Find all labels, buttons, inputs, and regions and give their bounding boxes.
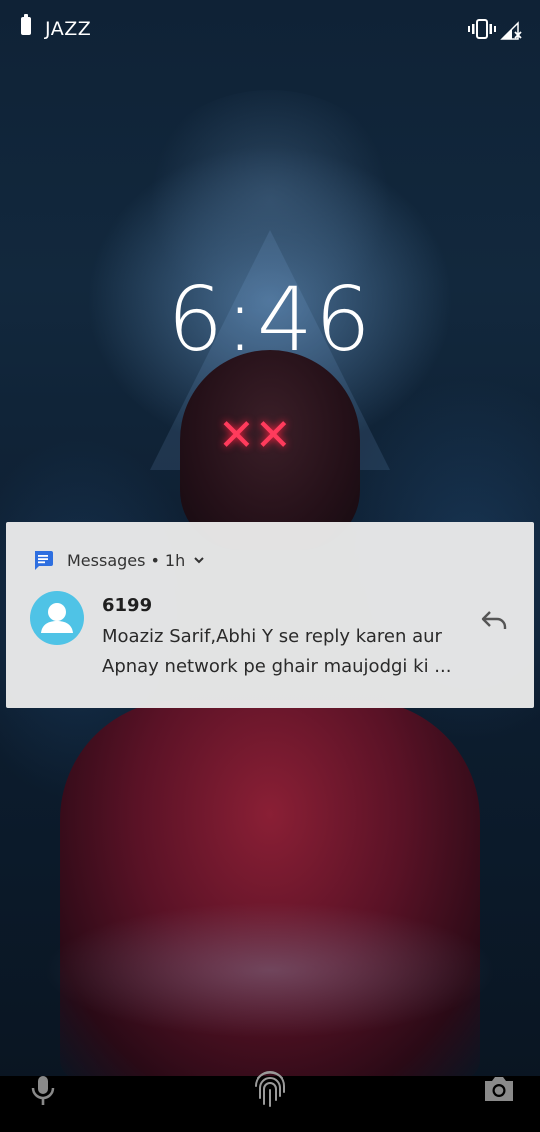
signal-icon bbox=[500, 21, 522, 40]
carrier-name: JAZZ bbox=[45, 18, 92, 40]
chevron-down-icon[interactable] bbox=[193, 554, 205, 566]
notification-separator: • bbox=[150, 550, 160, 570]
reply-icon bbox=[481, 611, 507, 629]
notification-header[interactable]: Messages • 1h bbox=[32, 548, 205, 572]
camera-icon[interactable] bbox=[482, 1074, 516, 1104]
wallpaper-fog bbox=[0, 860, 540, 1080]
notification-message-line: Apnay network pe ghair maujodgi ki ... bbox=[102, 656, 452, 677]
notification-message-line: Moaziz Sarif,Abhi Y se reply karen aur bbox=[102, 626, 442, 647]
status-bar: JAZZ bbox=[0, 0, 540, 60]
notification-sender: 6199 bbox=[102, 595, 153, 616]
fingerprint-icon[interactable] bbox=[250, 1066, 290, 1110]
sender-avatar bbox=[30, 591, 84, 645]
wallpaper-mask-eye-left: ✕✕ bbox=[218, 410, 292, 461]
notification-app-name: Messages bbox=[67, 550, 146, 570]
notification-time: 1h bbox=[164, 550, 186, 570]
battery-icon bbox=[21, 14, 31, 35]
person-icon bbox=[41, 603, 73, 633]
reply-button[interactable] bbox=[476, 602, 512, 638]
messages-app-icon bbox=[35, 551, 53, 570]
lockscreen-clock: 6:46 bbox=[167, 268, 373, 371]
microphone-icon[interactable] bbox=[28, 1073, 58, 1109]
messages-notification-card[interactable]: Messages • 1h 6199 Moaziz Sarif,Abhi Y s… bbox=[6, 522, 534, 708]
vibrate-icon bbox=[468, 19, 496, 39]
